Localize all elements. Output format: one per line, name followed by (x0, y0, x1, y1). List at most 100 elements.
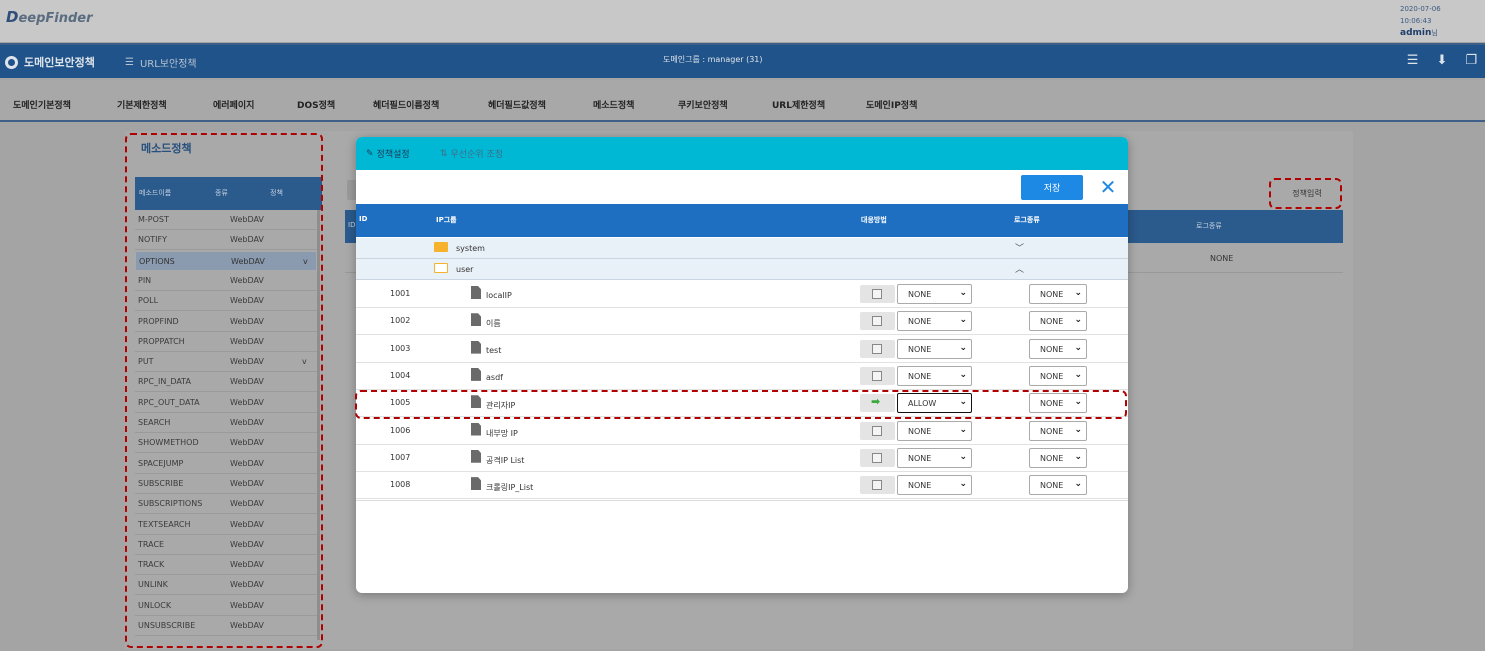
ip-row[interactable]: 1004 asdf NONE ⌄ NONE ⌄ (356, 363, 1128, 390)
method-row[interactable]: OPTIONS WebDAV v (135, 250, 317, 271)
document-icon (471, 367, 481, 381)
tab-method[interactable]: 메소드정책 (593, 98, 634, 111)
ip-name: 관리자IP (486, 401, 516, 411)
method-row[interactable]: TEXTSEARCH WebDAV (135, 515, 317, 535)
chevron-down-icon: ⌄ (959, 424, 967, 435)
log-select[interactable]: NONE ⌄ (1029, 338, 1087, 359)
tab-domain-ip[interactable]: 도메인IP정책 (866, 98, 917, 111)
tab-basic-limit[interactable]: 기본제한정책 (117, 98, 167, 111)
method-row[interactable]: RPC_OUT_DATA WebDAV (135, 393, 317, 413)
action-select[interactable]: NONE ⌄ (897, 475, 972, 496)
log-select[interactable]: NONE ⌄ (1029, 447, 1087, 468)
method-row[interactable]: PIN WebDAV (135, 271, 317, 291)
tab-priority-adjust[interactable]: ⇅ 우선순위 조정 (440, 147, 503, 161)
action-select[interactable]: NONE ⌄ (897, 311, 972, 332)
method-row[interactable]: SEARCH WebDAV (135, 413, 317, 433)
method-name: RPC_IN_DATA (138, 377, 191, 387)
method-row[interactable]: PROPFIND WebDAV (135, 312, 317, 332)
chevron-down-icon[interactable]: ﹀ (1015, 241, 1024, 254)
ip-row[interactable]: 1006 내부망 IP NONE ⌄ NONE ⌄ (356, 418, 1128, 445)
method-name: M-POST (138, 215, 169, 224)
nav-domain-policy[interactable]: 도메인보안정책 (5, 54, 95, 70)
method-row[interactable]: SHOWMETHOD WebDAV (135, 433, 317, 454)
method-row[interactable]: NOTIFY WebDAV (135, 230, 317, 251)
ip-row[interactable]: 1003 test NONE ⌄ NONE ⌄ (356, 336, 1128, 363)
app-logo[interactable]: DeepFinder (6, 8, 93, 26)
copy-icon[interactable]: ❐ (1465, 53, 1477, 68)
tab-dos[interactable]: DOS정책 (297, 98, 335, 111)
bg-log-value: NONE (1210, 254, 1234, 263)
action-toggle-button[interactable]: ➡ (860, 394, 895, 413)
action-select[interactable]: NONE ⌄ (897, 365, 972, 386)
action-select[interactable]: NONE ⌄ (897, 447, 972, 468)
document-icon (471, 422, 481, 436)
action-toggle-button[interactable] (860, 312, 895, 331)
ip-row[interactable]: 1002 이름 NONE ⌄ NONE ⌄ (356, 308, 1128, 336)
chevron-down-icon: ⌄ (959, 451, 967, 462)
document-icon (471, 449, 481, 463)
action-select[interactable]: NONE ⌄ (897, 284, 972, 304)
action-select[interactable]: NONE ⌄ (897, 338, 972, 359)
tab-policy-settings[interactable]: ✎ 정책설정 (366, 147, 410, 161)
method-row[interactable]: POLL WebDAV (135, 291, 317, 312)
chevron-down-icon: ⌄ (1074, 424, 1082, 435)
method-list-scrollbar[interactable] (317, 210, 320, 640)
chevron-down-icon: ⌄ (959, 288, 967, 298)
nav-url-policy[interactable]: ☰ URL보안정책 (125, 55, 197, 70)
folder-row-user[interactable]: user ︿ (356, 259, 1128, 280)
method-row[interactable]: RPC_IN_DATA WebDAV (135, 372, 317, 393)
log-select[interactable]: NONE ⌄ (1029, 311, 1087, 332)
action-toggle-button[interactable] (860, 285, 895, 303)
tab-header-value[interactable]: 헤더필드값정책 (488, 98, 546, 111)
ip-row[interactable]: 1001 localIP NONE ⌄ NONE ⌄ (356, 281, 1128, 308)
method-row[interactable]: UNSUBSCRIBE WebDAV (135, 616, 317, 636)
method-row[interactable]: M-POST WebDAV (135, 210, 317, 230)
log-select[interactable]: NONE ⌄ (1029, 365, 1087, 386)
action-toggle-button[interactable] (860, 421, 895, 440)
tab-url-limit[interactable]: URL제한정책 (772, 98, 825, 111)
action-select[interactable]: NONE ⌄ (897, 420, 972, 441)
method-row[interactable]: UNLINK WebDAV (135, 575, 317, 596)
ip-row[interactable]: 1008 크롤링IP_List NONE ⌄ NONE ⌄ (356, 472, 1128, 500)
method-row[interactable]: PUT WebDAV v (135, 352, 317, 373)
close-icon[interactable]: ✕ (1098, 177, 1118, 197)
action-toggle-button[interactable] (860, 366, 895, 385)
method-row[interactable]: TRACK WebDAV (135, 555, 317, 576)
user-name[interactable]: admin (1400, 28, 1431, 38)
method-name: TRACE (138, 539, 165, 549)
folder-open-icon (434, 263, 448, 273)
save-button[interactable]: 저장 (1021, 175, 1083, 200)
chevron-down-icon: ⌄ (959, 369, 967, 380)
method-row[interactable]: PROPPATCH WebDAV (135, 332, 317, 352)
download-icon[interactable]: ⬇ (1436, 53, 1447, 68)
action-toggle-button[interactable] (860, 476, 895, 495)
method-row[interactable]: SUBSCRIPTIONS WebDAV (135, 494, 317, 515)
method-type: WebDAV (230, 458, 264, 468)
method-type: WebDAV (230, 336, 264, 346)
log-select[interactable]: NONE ⌄ (1029, 475, 1087, 496)
log-select[interactable]: NONE ⌄ (1029, 393, 1087, 414)
log-select[interactable]: NONE ⌄ (1029, 284, 1087, 304)
method-name: OPTIONS (139, 256, 175, 266)
action-select[interactable]: ALLOW ⌄ (897, 393, 972, 414)
menu-list-icon[interactable]: ☰ (1407, 53, 1419, 68)
ip-row[interactable]: 1007 공격IP List NONE ⌄ NONE ⌄ (356, 445, 1128, 472)
folder-row-system[interactable]: system ﹀ (356, 238, 1128, 259)
tab-error-page[interactable]: 에러페이지 (213, 98, 254, 111)
method-row[interactable]: SUBSCRIBE WebDAV (135, 474, 317, 494)
method-type: WebDAV (230, 438, 264, 448)
ip-row[interactable]: 1005 관리자IP ➡ ALLOW ⌄ NONE ⌄ (356, 390, 1128, 418)
action-toggle-button[interactable] (860, 448, 895, 467)
tab-header-name[interactable]: 헤더필드이름정책 (373, 98, 439, 111)
method-name: PROPFIND (138, 316, 179, 326)
log-select[interactable]: NONE ⌄ (1029, 420, 1087, 441)
tab-domain-basic[interactable]: 도메인기본정책 (13, 98, 71, 111)
ip-id: 1002 (390, 316, 411, 326)
policy-input-button[interactable]: 정책입력 (1272, 180, 1342, 206)
method-row[interactable]: SPACEJUMP WebDAV (135, 454, 317, 474)
tab-cookie[interactable]: 쿠키보안정책 (678, 98, 728, 111)
method-row[interactable]: TRACE WebDAV (135, 535, 317, 555)
chevron-up-icon[interactable]: ︿ (1015, 262, 1024, 275)
action-toggle-button[interactable] (860, 339, 895, 358)
method-row[interactable]: UNLOCK WebDAV (135, 596, 317, 616)
